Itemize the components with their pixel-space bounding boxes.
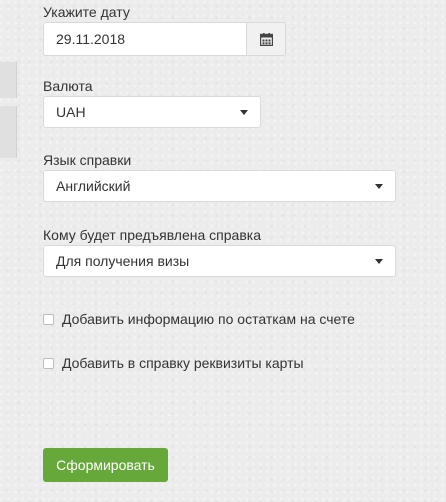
date-label: Укажите дату xyxy=(43,4,130,20)
balance-option-label: Добавить информацию по остаткам на счете xyxy=(62,311,355,327)
side-tab-bottom[interactable] xyxy=(0,106,17,158)
language-value: Английский xyxy=(56,178,131,194)
recipient-value: Для получения визы xyxy=(56,253,190,269)
calendar-button[interactable] xyxy=(246,22,286,56)
card-option-label: Добавить в справку реквизиты карты xyxy=(62,355,304,371)
card-checkbox[interactable] xyxy=(43,357,54,369)
balance-option[interactable]: Добавить информацию по остаткам на счете xyxy=(43,311,355,327)
recipient-select[interactable]: Для получения визы xyxy=(43,245,396,277)
chevron-down-icon xyxy=(375,258,383,264)
language-label: Язык справки xyxy=(43,152,132,168)
recipient-label: Кому будет предъявлена справка xyxy=(43,227,261,243)
currency-value: UAH xyxy=(56,104,86,120)
date-value: 29.11.2018 xyxy=(56,31,126,47)
currency-label: Валюта xyxy=(43,78,93,94)
chevron-down-icon xyxy=(375,183,383,189)
side-tab-top[interactable] xyxy=(0,62,17,98)
submit-button[interactable]: Сформировать xyxy=(43,448,168,482)
date-input[interactable]: 29.11.2018 xyxy=(43,22,247,56)
calendar-icon xyxy=(259,32,273,46)
card-option[interactable]: Добавить в справку реквизиты карты xyxy=(43,355,304,371)
currency-select[interactable]: UAH xyxy=(43,96,261,128)
chevron-down-icon xyxy=(240,109,248,115)
language-select[interactable]: Английский xyxy=(43,170,396,202)
balance-checkbox[interactable] xyxy=(43,313,54,325)
